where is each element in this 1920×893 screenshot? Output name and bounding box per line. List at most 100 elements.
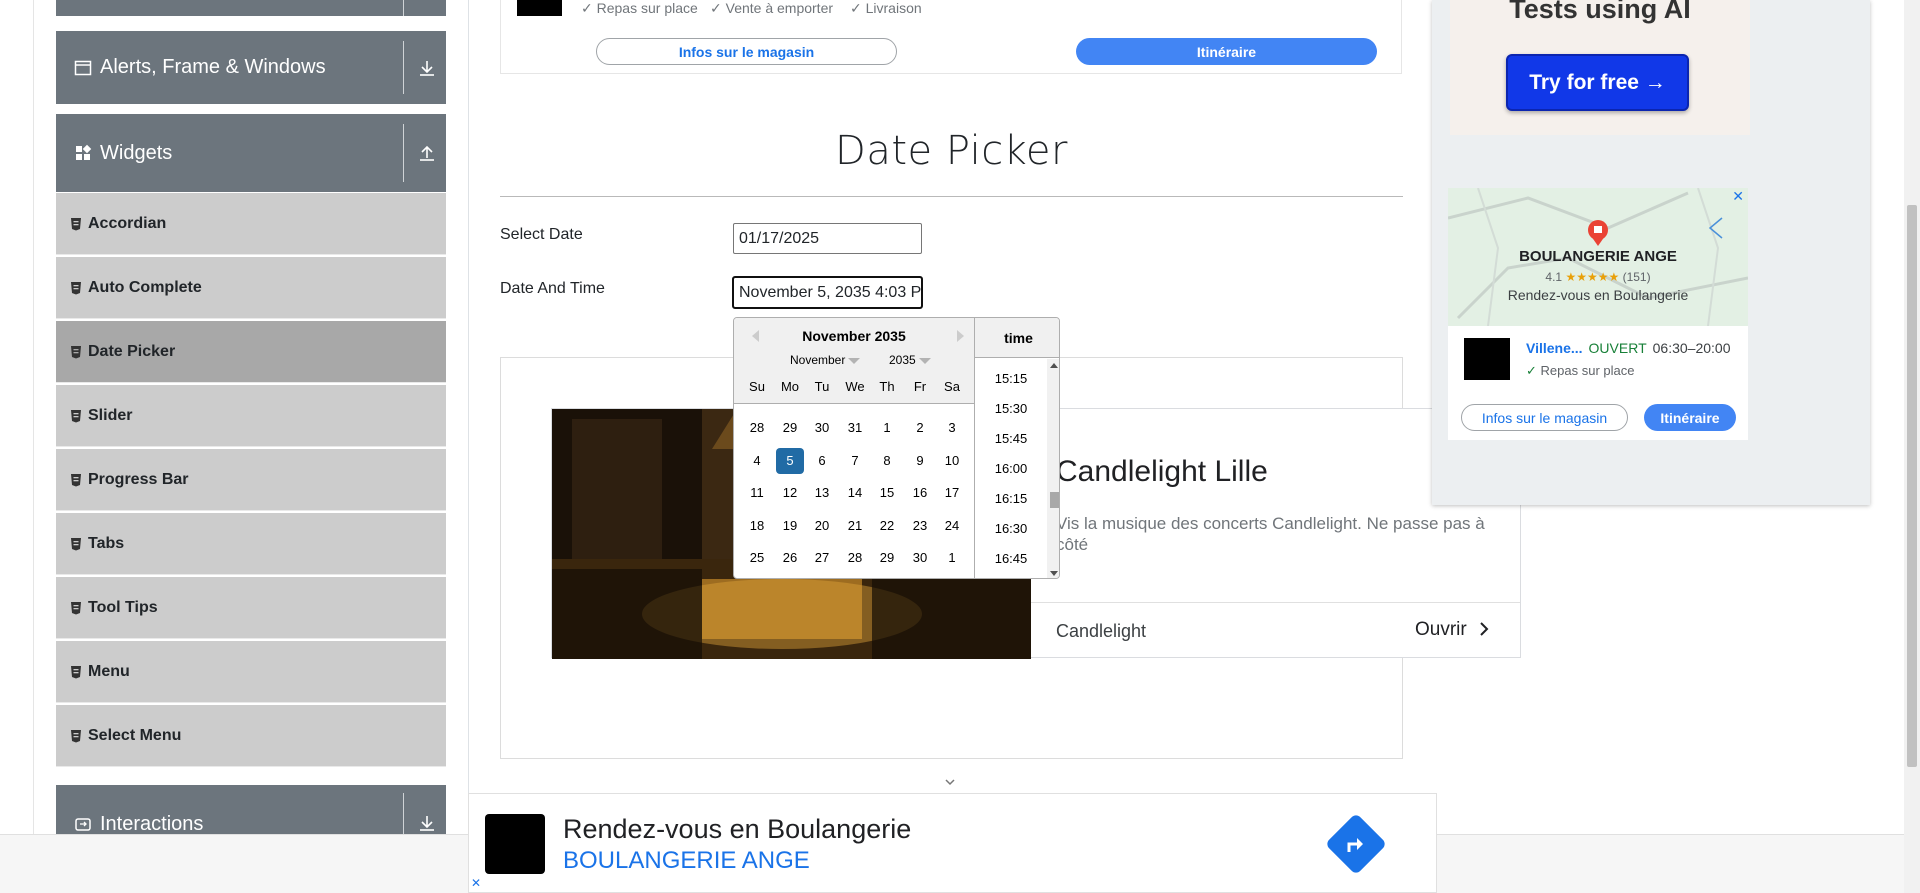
calendar-day[interactable]: 28	[743, 415, 771, 441]
calendar-day[interactable]: 26	[776, 545, 804, 571]
directions-button[interactable]: Itinéraire	[1076, 38, 1377, 65]
calendar-day[interactable]: 4	[743, 448, 771, 474]
ad-feature-label: Repas sur place	[596, 0, 698, 16]
calendar-day[interactable]: 28	[841, 545, 869, 571]
time-option[interactable]: 16:15	[975, 491, 1047, 506]
store-info-button[interactable]: Infos sur le magasin	[596, 38, 897, 65]
calendar-day[interactable]: 15	[873, 480, 901, 506]
download-arrow-icon[interactable]	[416, 57, 438, 79]
review-count: (151)	[1622, 270, 1651, 284]
calendar-day[interactable]: 18	[743, 513, 771, 539]
business-feature-label: Repas sur place	[1540, 363, 1635, 378]
calendar-day[interactable]: 24	[938, 513, 966, 539]
day-name: Fr	[913, 379, 927, 394]
select-date-input[interactable]: 01/17/2025	[733, 223, 922, 254]
calendar-day[interactable]: 19	[776, 513, 804, 539]
bottom-banner-ad[interactable]: Rendez-vous en Boulangerie BOULANGERIE A…	[468, 793, 1437, 893]
directions-button[interactable]: Itinéraire	[1644, 404, 1736, 431]
banner-brand: BOULANGERIE ANGE	[563, 847, 810, 874]
calendar-day[interactable]: 20	[808, 513, 836, 539]
sidebar-item-menu[interactable]: Menu	[56, 641, 446, 703]
calendar-day[interactable]: 17	[938, 480, 966, 506]
page: Alerts, Frame & Windows Widgets Accordia…	[0, 0, 1920, 893]
open-button-label: Ouvrir	[1414, 619, 1467, 640]
calendar-day[interactable]: 22	[873, 513, 901, 539]
ange-logo	[1464, 338, 1510, 380]
dropdown-caret-icon	[848, 357, 861, 364]
sidebar-item-auto-complete[interactable]: Auto Complete	[56, 257, 446, 319]
sidebar-item-label: Tool Tips	[88, 598, 158, 616]
month-dropdown[interactable]: November	[790, 353, 861, 367]
calendar-day[interactable]: 8	[873, 448, 901, 474]
calendar-day[interactable]: 16	[906, 480, 934, 506]
ad-close-icon[interactable]: ✕	[471, 876, 481, 890]
calendar-day[interactable]: 6	[808, 448, 836, 474]
day-name: Tu	[814, 379, 830, 394]
scroll-up-icon[interactable]	[1050, 363, 1058, 368]
calendar-day[interactable]: 23	[906, 513, 934, 539]
business-town[interactable]: Villene...	[1526, 340, 1583, 356]
calendar-day[interactable]: 3	[938, 415, 966, 441]
sidebar-item-slider[interactable]: Slider	[56, 385, 446, 447]
next-month-button[interactable]	[957, 330, 964, 342]
calendar-day[interactable]: 1	[938, 545, 966, 571]
year-dropdown[interactable]: 2035	[889, 353, 931, 367]
calendar-day[interactable]: 2	[906, 415, 934, 441]
time-option[interactable]: 16:45	[975, 551, 1047, 566]
calendar-day[interactable]: 10	[938, 448, 966, 474]
calendar-day[interactable]: 1	[873, 415, 901, 441]
sidebar-item-date-picker[interactable]: Date Picker	[56, 321, 446, 383]
calendar-day[interactable]: 9	[906, 448, 934, 474]
calendar-day[interactable]: 12	[776, 480, 804, 506]
upload-arrow-icon[interactable]	[416, 142, 438, 164]
calendar-day[interactable]: 14	[841, 480, 869, 506]
sidebar-item-accordian[interactable]: Accordian	[56, 193, 446, 255]
scroll-thumb[interactable]	[1050, 492, 1059, 508]
banner-headline: Rendez-vous en Boulangerie	[563, 814, 912, 844]
map[interactable]: BOULANGERIE ANGE 4.1 ★★★★★ (151) Rendez-…	[1448, 188, 1748, 327]
calendar-day[interactable]: 31	[841, 415, 869, 441]
ange-logo	[485, 814, 545, 874]
chevron-down-icon[interactable]	[944, 776, 956, 788]
time-option[interactable]: 15:15	[975, 371, 1047, 386]
time-option[interactable]: 15:45	[975, 431, 1047, 446]
calendar-day[interactable]: 21	[841, 513, 869, 539]
calendar-day[interactable]: 5	[776, 448, 804, 474]
download-arrow-icon[interactable]	[416, 812, 438, 834]
time-option[interactable]: 16:30	[975, 521, 1047, 536]
year-dropdown-value: 2035	[889, 353, 916, 367]
open-button[interactable]: Ouvrir	[1415, 619, 1490, 641]
calendar-day[interactable]: 30	[808, 415, 836, 441]
calendar-day[interactable]: 30	[906, 545, 934, 571]
html5-icon	[71, 665, 81, 678]
sidebar-item-select-menu[interactable]: Select Menu	[56, 705, 446, 767]
calendar-day[interactable]: 27	[808, 545, 836, 571]
ad-feature-label: Vente à emporter	[725, 0, 834, 16]
try-for-free-button[interactable]: Try for free →	[1506, 54, 1689, 111]
calendar-day[interactable]: 11	[743, 480, 771, 506]
calendar-day[interactable]: 7	[841, 448, 869, 474]
scroll-down-icon[interactable]	[1050, 571, 1058, 576]
calendar-day[interactable]: 29	[776, 415, 804, 441]
month-dropdown-value: November	[790, 353, 846, 367]
business-feature: ✓ Repas sur place	[1526, 363, 1635, 378]
store-info-button[interactable]: Infos sur le magasin	[1461, 404, 1628, 431]
time-scrollbar[interactable]	[1047, 359, 1059, 578]
sidebar-group-previous[interactable]	[56, 0, 446, 16]
sidebar-group-alerts[interactable]: Alerts, Frame & Windows	[56, 31, 446, 104]
page-scroll-thumb[interactable]	[1907, 205, 1917, 767]
page-scrollbar[interactable]	[1904, 0, 1920, 893]
date-time-input[interactable]: November 5, 2035 4:03 PM	[732, 276, 923, 309]
calendar-day[interactable]: 29	[873, 545, 901, 571]
sidebar-item-progress-bar[interactable]: Progress Bar	[56, 449, 446, 511]
calendar-day[interactable]: 13	[808, 480, 836, 506]
sidebar-item-tabs[interactable]: Tabs	[56, 513, 446, 575]
sidebar-group-widgets[interactable]: Widgets	[56, 114, 446, 192]
time-option[interactable]: 16:00	[975, 461, 1047, 476]
ad-close-icon[interactable]: ✕	[1732, 188, 1744, 205]
sidebar-item-tool-tips[interactable]: Tool Tips	[56, 577, 446, 639]
calendar-day[interactable]: 25	[743, 545, 771, 571]
time-option[interactable]: 15:30	[975, 401, 1047, 416]
dropdown-caret-icon	[918, 357, 931, 364]
map-ad-card[interactable]: BOULANGERIE ANGE 4.1 ★★★★★ (151) Rendez-…	[1448, 188, 1748, 440]
